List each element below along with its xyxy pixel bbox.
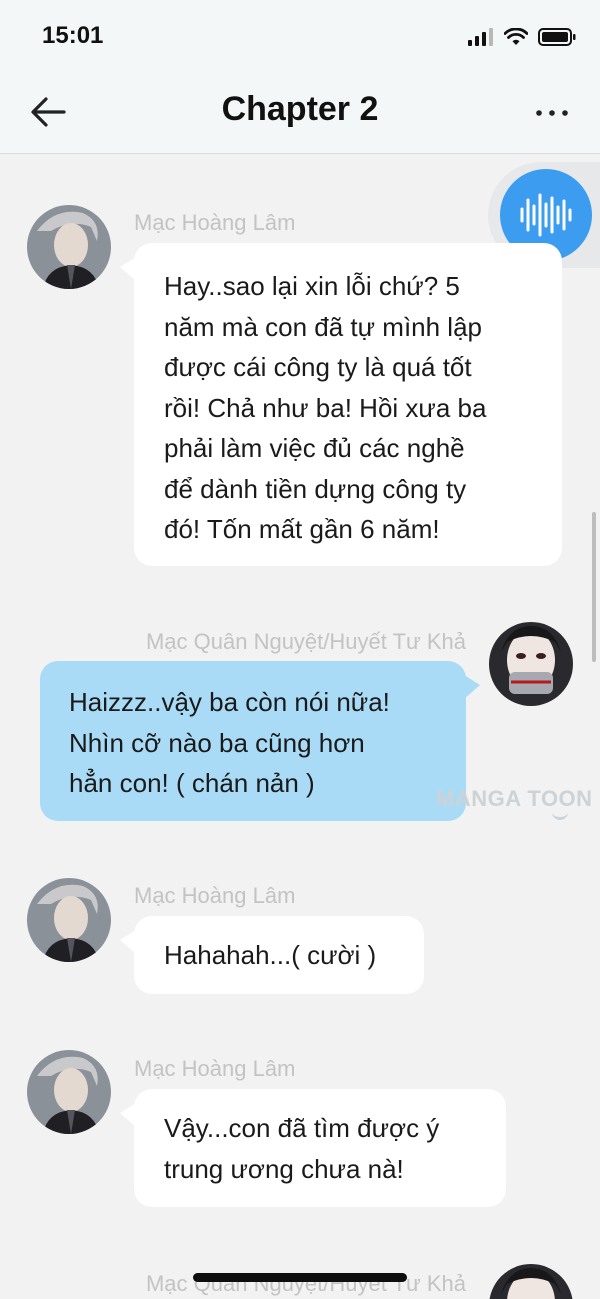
status-icons (468, 26, 576, 48)
message-line: để dành tiền dựng công ty (164, 473, 467, 504)
message-line: đó! Tốn mất gần 6 năm! (164, 514, 440, 544)
sender-name: Mạc Hoàng Lâm (134, 883, 296, 908)
sender-name: Mạc Quân Nguyệt/Huyết Tư Khả (145, 629, 466, 654)
message-line: rồi! Chả như ba! Hồi xưa ba (164, 392, 487, 423)
message-line: năm mà con đã tự mình lập (164, 311, 483, 342)
sender-name: Mạc Hoàng Lâm (134, 210, 296, 235)
message-line: Vậy...con đã tìm được ý (164, 1113, 440, 1143)
male-character-avatar (27, 205, 111, 289)
battery-icon (538, 28, 576, 46)
scroll-indicator[interactable] (592, 512, 596, 662)
message-bubble: Haizzz..vậy ba còn nói nữa! Nhìn cỡ nào … (40, 661, 480, 821)
female-character-avatar (489, 1264, 573, 1299)
message-line: hẳn con! ( chán nản ) (69, 768, 315, 798)
avatar-mac-quan-nguyet[interactable] (489, 1264, 573, 1299)
avatar-mac-hoang-lam[interactable] (27, 205, 111, 289)
audio-waveform-icon (520, 193, 572, 237)
message-line: trung ương chưa nà! (164, 1153, 404, 1184)
status-bar: 15:01 (0, 0, 600, 72)
message-line: phải làm việc đủ các nghề (164, 433, 465, 463)
message-line: Hay..sao lại xin lỗi chứ? 5 (164, 271, 460, 301)
more-options-button[interactable] (534, 98, 570, 128)
message-line: Hahahah...( cười ) (164, 940, 377, 970)
status-time: 15:01 (42, 22, 104, 49)
watermark-smile (552, 812, 568, 820)
page-title: Chapter 2 (221, 90, 379, 128)
female-character-avatar (489, 622, 573, 706)
avatar-mac-quan-nguyet[interactable] (489, 622, 573, 706)
message-bubble: Vậy...con đã tìm được ý trung ương chưa … (120, 1089, 506, 1207)
home-indicator[interactable] (193, 1273, 407, 1282)
more-horizontal-icon (536, 110, 568, 116)
avatar-mac-hoang-lam[interactable] (27, 878, 111, 962)
message-bubble: Hahahah...( cười ) (120, 916, 424, 994)
male-character-avatar (27, 878, 111, 962)
cellular-signal-icon (468, 28, 493, 46)
message-line: Nhìn cỡ nào ba cũng hơn (69, 727, 365, 758)
message-bubble: Hay..sao lại xin lỗi chứ? 5 năm mà con đ… (120, 243, 562, 566)
chapter-header: Chapter 2 (0, 72, 600, 154)
message-line: được cái công ty là quá tốt (164, 352, 472, 382)
male-character-avatar (27, 1050, 111, 1134)
message-line: Haizzz..vậy ba còn nói nữa! (69, 687, 390, 717)
avatar-mac-hoang-lam[interactable] (27, 1050, 111, 1134)
watermark: MANGA TOON (436, 786, 593, 811)
wifi-icon (504, 28, 528, 45)
sender-name: Mạc Hoàng Lâm (134, 1056, 296, 1081)
